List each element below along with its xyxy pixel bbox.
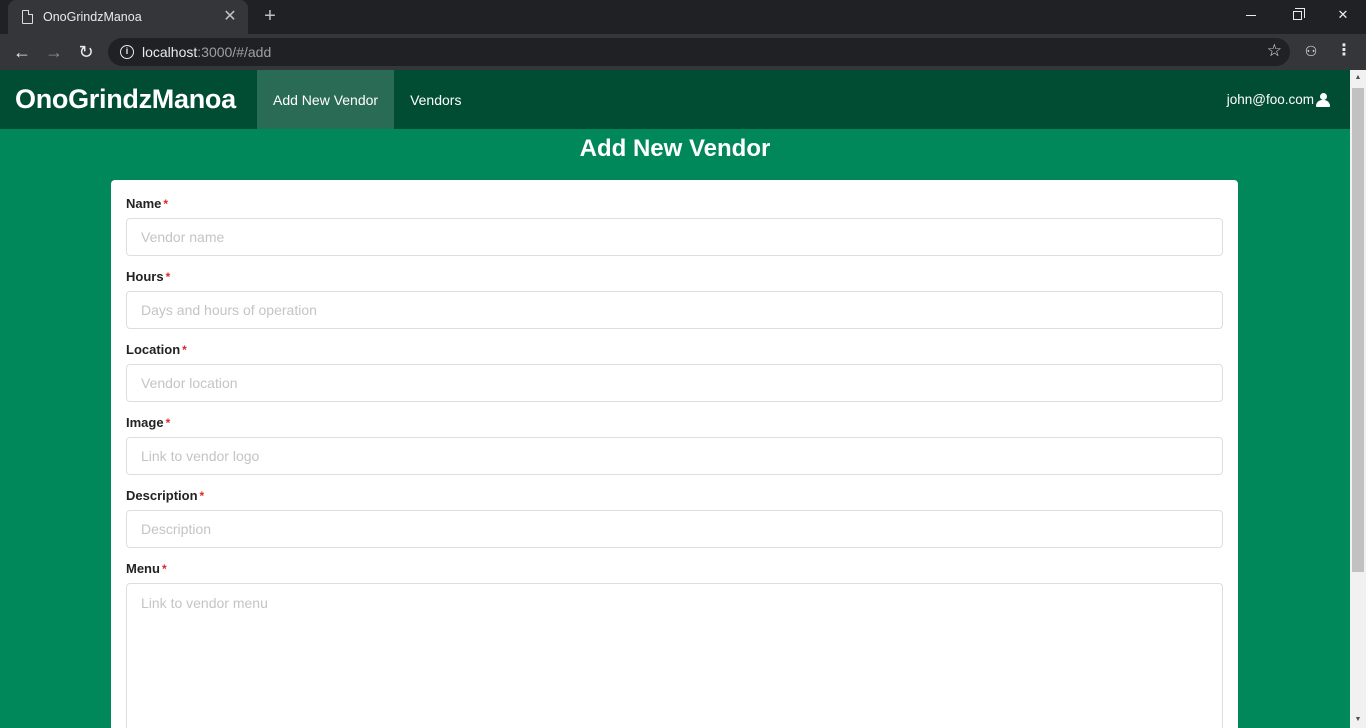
- description-input-text: Description: [141, 521, 212, 537]
- star-icon[interactable]: ☆: [1267, 41, 1282, 61]
- scroll-up-arrow-icon[interactable]: ▲: [1350, 72, 1366, 84]
- menu-field-group: Menu * Link to vendor menu: [126, 559, 1223, 728]
- scroll-down-arrow-icon[interactable]: ▼: [1350, 714, 1366, 726]
- required-mark: *: [161, 562, 167, 576]
- name-input-text: Vendor name: [141, 229, 225, 245]
- description-label-text: Description: [126, 488, 198, 503]
- required-mark: *: [182, 343, 187, 357]
- hours-input-text: Days and hours of operation: [141, 302, 317, 318]
- location-input[interactable]: Vendor location: [126, 364, 1223, 402]
- brand-logo[interactable]: OnoGrindzManoa: [0, 84, 257, 115]
- back-arrow-icon[interactable]: ←: [8, 38, 36, 66]
- name-field-group: Name * Vendor name: [126, 194, 1223, 256]
- description-label: Description *: [126, 486, 1223, 510]
- image-label: Image *: [126, 413, 1223, 437]
- url-host: localhost: [142, 44, 198, 60]
- required-mark: *: [165, 270, 171, 284]
- incognito-icon[interactable]: ⚇: [1300, 43, 1322, 61]
- location-label: Location *: [126, 340, 1223, 364]
- description-input[interactable]: Description: [126, 510, 1223, 548]
- required-mark: *: [199, 489, 205, 503]
- image-label-text: Image: [126, 415, 164, 430]
- location-label-text: Location: [126, 342, 181, 357]
- menu-textarea[interactable]: Link to vendor menu: [126, 583, 1223, 728]
- page-viewport: OnoGrindzManoa Add New Vendor Vendors jo…: [0, 70, 1366, 728]
- location-input-text: Vendor location: [141, 375, 238, 391]
- address-bar[interactable]: i localhost:3000/#/add ☆: [108, 38, 1290, 66]
- user-menu[interactable]: john@foo.com: [1227, 70, 1330, 129]
- page-title: Add New Vendor: [579, 135, 771, 162]
- image-input[interactable]: Link to vendor logo: [126, 437, 1223, 475]
- page-icon: [22, 10, 33, 24]
- required-mark: *: [165, 416, 171, 430]
- restore-icon: [1292, 7, 1305, 20]
- forward-arrow-icon[interactable]: →: [40, 38, 68, 66]
- reload-icon[interactable]: ↻: [72, 38, 100, 66]
- name-input[interactable]: Vendor name: [126, 218, 1223, 256]
- browser-tab[interactable]: OnoGrindzManoa ✕: [8, 0, 248, 34]
- image-field-group: Image * Link to vendor logo: [126, 413, 1223, 475]
- scrollbar-thumb[interactable]: [1352, 88, 1364, 572]
- kebab-menu-icon[interactable]: ⋮: [1334, 42, 1354, 62]
- hours-label-text: Hours: [126, 269, 164, 284]
- menu-label: Menu *: [126, 559, 1223, 583]
- menu-textarea-text: Link to vendor menu: [141, 595, 268, 611]
- window-close-button[interactable]: ✕: [1320, 0, 1366, 30]
- hours-field-group: Hours * Days and hours of operation: [126, 267, 1223, 329]
- description-field-group: Description * Description: [126, 486, 1223, 548]
- minimize-button[interactable]: [1228, 0, 1274, 30]
- url-path: :3000/#/add: [197, 44, 272, 60]
- restore-button[interactable]: [1274, 0, 1320, 30]
- location-field-group: Location * Vendor location: [126, 340, 1223, 402]
- required-mark: *: [163, 197, 169, 211]
- hours-label: Hours *: [126, 267, 1223, 291]
- user-icon: [1316, 92, 1330, 107]
- tab-title: OnoGrindzManoa: [43, 10, 142, 24]
- nav-vendors[interactable]: Vendors: [394, 70, 477, 129]
- app-navbar: OnoGrindzManoa Add New Vendor Vendors jo…: [0, 70, 1350, 129]
- nav-add-new-vendor[interactable]: Add New Vendor: [257, 70, 395, 129]
- browser-toolbar: ← → ↻ i localhost:3000/#/add ☆ ⚇ ⋮: [0, 34, 1366, 70]
- user-email: john@foo.com: [1226, 92, 1314, 107]
- name-label-text: Name: [126, 196, 162, 211]
- add-vendor-form: Name * Vendor name Hours * Days and hours …: [111, 180, 1238, 728]
- minimize-icon: [1246, 14, 1256, 16]
- close-icon: ✕: [1337, 7, 1349, 22]
- menu-label-text: Menu: [126, 561, 160, 576]
- info-icon[interactable]: i: [120, 45, 134, 59]
- browser-tabbar: OnoGrindzManoa ✕ + ✕: [0, 0, 1366, 34]
- plus-icon[interactable]: +: [258, 4, 282, 28]
- hours-input[interactable]: Days and hours of operation: [126, 291, 1223, 329]
- image-input-text: Link to vendor logo: [141, 448, 260, 464]
- name-label: Name *: [126, 194, 1223, 218]
- close-icon[interactable]: ✕: [222, 9, 238, 25]
